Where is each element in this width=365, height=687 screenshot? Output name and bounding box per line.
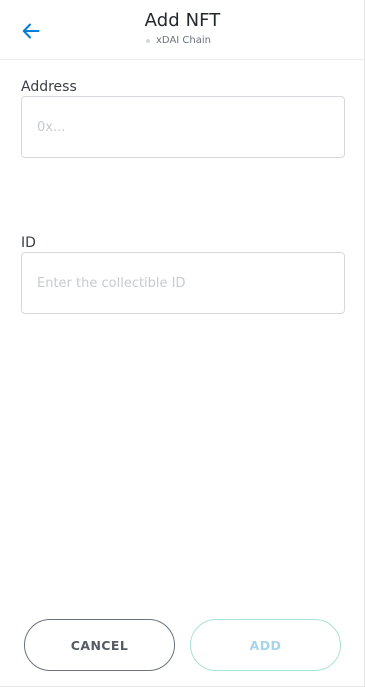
header: Add NFT xDAI Chain: [0, 0, 365, 60]
network-indicator: xDAI Chain: [0, 34, 365, 48]
title-block: Add NFT xDAI Chain: [0, 9, 365, 48]
add-button[interactable]: ADD: [190, 619, 341, 671]
address-label: Address: [21, 79, 77, 95]
address-input[interactable]: [21, 96, 345, 158]
id-label: ID: [21, 235, 36, 251]
cancel-button[interactable]: CANCEL: [24, 619, 175, 671]
page-title: Add NFT: [144, 10, 221, 31]
network-status-dot: [146, 39, 150, 43]
add-nft-screen: Add NFT xDAI Chain Address ID CANCEL ADD: [0, 0, 365, 687]
collectible-id-input[interactable]: [21, 252, 345, 314]
network-name: xDAI Chain: [156, 35, 211, 46]
